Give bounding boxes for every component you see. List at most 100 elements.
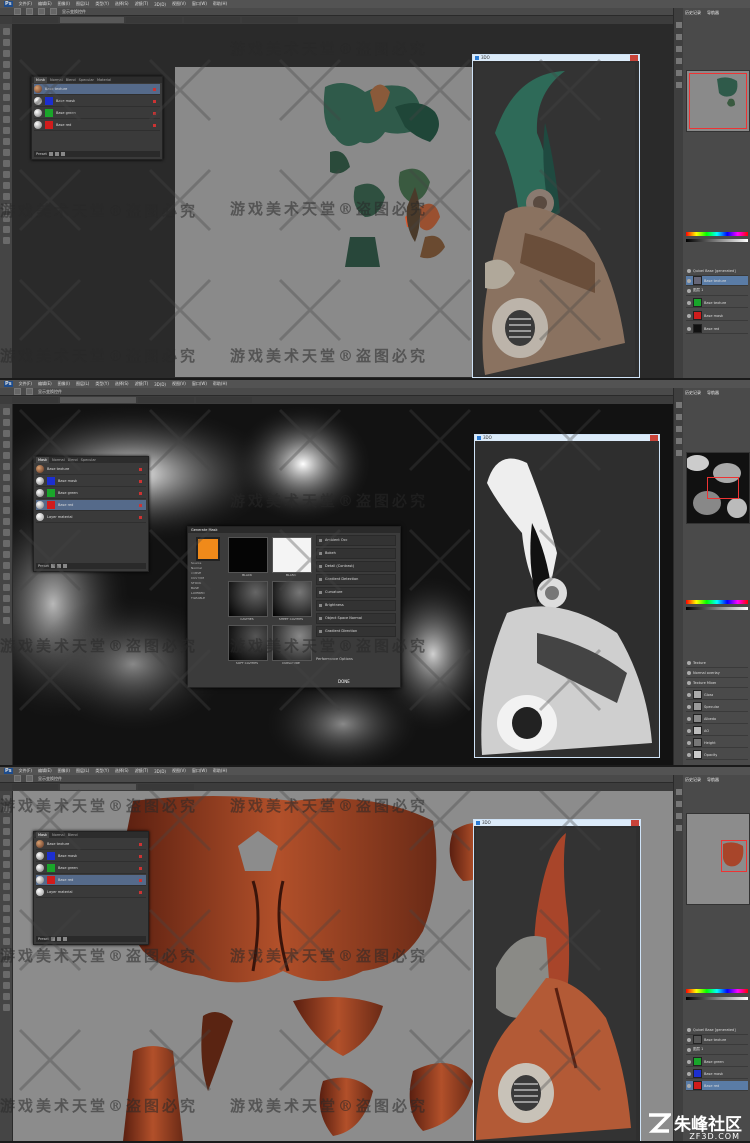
doc-tab[interactable] (138, 397, 194, 403)
menu-view[interactable]: 视图(V) (172, 1, 186, 7)
layer-row[interactable]: Base mask (686, 311, 748, 321)
lasso-tool-icon[interactable] (2, 817, 10, 824)
move-tool-icon[interactable] (2, 408, 10, 415)
shape-tool-icon[interactable] (2, 982, 10, 989)
path-select-icon[interactable] (2, 584, 10, 591)
gray-ramp[interactable] (686, 239, 748, 242)
layer-row[interactable]: Gloss (686, 690, 748, 700)
menu-filter[interactable]: 滤镜(T) (135, 381, 149, 387)
menu-image[interactable]: 图像(I) (58, 381, 70, 387)
mask-tile-cavities[interactable] (228, 581, 268, 617)
layer-row[interactable]: Opacity (686, 750, 748, 760)
type-tool-icon[interactable] (2, 193, 10, 200)
menu-image[interactable]: 图像(I) (58, 1, 70, 7)
trash-icon[interactable] (62, 937, 67, 941)
wand-tool-icon[interactable] (2, 441, 10, 448)
move-tool-icon[interactable] (14, 8, 21, 15)
new-icon[interactable] (48, 152, 53, 156)
close-icon[interactable] (650, 435, 658, 441)
stamp-tool-icon[interactable] (2, 116, 10, 123)
eye-icon[interactable] (687, 1037, 691, 1042)
pen-tool-icon[interactable] (2, 949, 10, 956)
stamp-tool-icon[interactable] (2, 496, 10, 503)
quixel-tab-normal[interactable]: Normal (50, 77, 63, 83)
path-select-icon[interactable] (2, 971, 10, 978)
menu-3d[interactable]: 3D(D) (154, 382, 166, 387)
eraser-tool-icon[interactable] (2, 518, 10, 525)
navigator-thumbnail[interactable] (686, 452, 750, 524)
eye-icon[interactable] (687, 740, 691, 745)
menu-help[interactable]: 帮助(H) (213, 381, 227, 387)
doc-tab[interactable] (184, 17, 240, 23)
menu-type[interactable]: 类型(Y) (95, 1, 109, 7)
layer-row[interactable]: Base red (686, 1081, 748, 1091)
history-icon[interactable] (675, 789, 682, 795)
brush-icon[interactable] (675, 438, 682, 444)
menu-layer[interactable]: 图层(L) (76, 768, 89, 774)
layer-row[interactable]: Normal overlay (686, 668, 748, 678)
zoom-tool-icon[interactable] (2, 237, 10, 244)
layer-row[interactable]: Base red (686, 324, 748, 334)
menu-filter[interactable]: 滤镜(T) (135, 768, 149, 774)
quixel-row-layer-material[interactable]: Layer material (36, 512, 146, 523)
quixel-row-base-texture[interactable]: Base texture (36, 464, 146, 475)
eyedropper-tool-icon[interactable] (2, 463, 10, 470)
mask-tile-black[interactable] (228, 537, 268, 573)
menu-select[interactable]: 选择(S) (115, 381, 129, 387)
quixel-tab-blend[interactable]: Blend (68, 832, 78, 838)
quixel-tab-mask[interactable]: Mask (36, 457, 50, 463)
navigator-thumbnail[interactable] (686, 70, 750, 132)
menu-image[interactable]: 图像(I) (58, 768, 70, 774)
eye-icon[interactable] (687, 692, 691, 697)
layer-row[interactable]: Texture Mixer (686, 678, 748, 688)
shape-tool-icon[interactable] (2, 595, 10, 602)
mask-tile-blank[interactable] (272, 537, 312, 573)
layer-row[interactable]: Base texture (686, 1035, 748, 1045)
quixel-row-base-green[interactable]: Base green (36, 863, 146, 874)
menu-window[interactable]: 窗口(W) (192, 381, 207, 387)
marquee-tool-icon[interactable] (2, 806, 10, 813)
eye-icon[interactable] (687, 288, 691, 293)
history-icon[interactable] (675, 22, 682, 28)
wand-tool-icon[interactable] (2, 828, 10, 835)
menu-edit[interactable]: 编辑(E) (38, 1, 52, 7)
quixel-row-layer-material[interactable]: Layer material (36, 887, 146, 898)
crop-tool-icon[interactable] (2, 839, 10, 846)
eye-icon[interactable] (687, 1059, 691, 1064)
performance-options[interactable]: Performance Options (316, 657, 353, 661)
gradient-tool-icon[interactable] (2, 529, 10, 536)
crop-tool-icon[interactable] (2, 452, 10, 459)
mask-tile-curvature[interactable] (272, 625, 312, 661)
option-row[interactable]: Curvature (316, 587, 396, 598)
hand-tool-icon[interactable] (2, 226, 10, 233)
brush-icon[interactable] (675, 825, 682, 831)
doc-tab[interactable] (196, 397, 252, 403)
menu-layer[interactable]: 图层(L) (76, 381, 89, 387)
show-transform-label[interactable]: 显示变换控件 (62, 9, 86, 15)
menu-file[interactable]: 文件(F) (19, 1, 32, 7)
option-row[interactable]: Object Space Normal (316, 613, 396, 624)
quixel-tab-normal[interactable]: Normal (52, 457, 65, 463)
info-icon[interactable] (675, 46, 682, 52)
menu-select[interactable]: 选择(S) (115, 768, 129, 774)
layer-row[interactable]: Base texture (686, 298, 748, 308)
move-tool-icon[interactable] (2, 795, 10, 802)
doc-tab[interactable] (60, 17, 124, 23)
eye-icon[interactable] (687, 1027, 691, 1032)
menu-window[interactable]: 窗口(W) (192, 1, 207, 7)
character-icon[interactable] (675, 70, 682, 76)
stamp-tool-icon[interactable] (2, 883, 10, 890)
eye-icon[interactable] (687, 704, 691, 709)
menu-view[interactable]: 视图(V) (172, 381, 186, 387)
mask-tile-sheet-cavities[interactable] (272, 581, 312, 617)
gradient-tool-icon[interactable] (2, 916, 10, 923)
layer-row[interactable]: 图层 1 (686, 286, 748, 296)
3do-viewer-window[interactable]: 3DO (474, 434, 660, 758)
lasso-tool-icon[interactable] (2, 430, 10, 437)
eye-icon[interactable] (687, 313, 691, 318)
folder-icon[interactable] (56, 937, 61, 941)
menu-filter[interactable]: 滤镜(T) (135, 1, 149, 7)
doc-tab[interactable] (138, 784, 194, 790)
quixel-row-base-mask[interactable]: Base mask (36, 851, 146, 862)
quixel-row-base-texture[interactable]: Base texture (34, 84, 160, 95)
